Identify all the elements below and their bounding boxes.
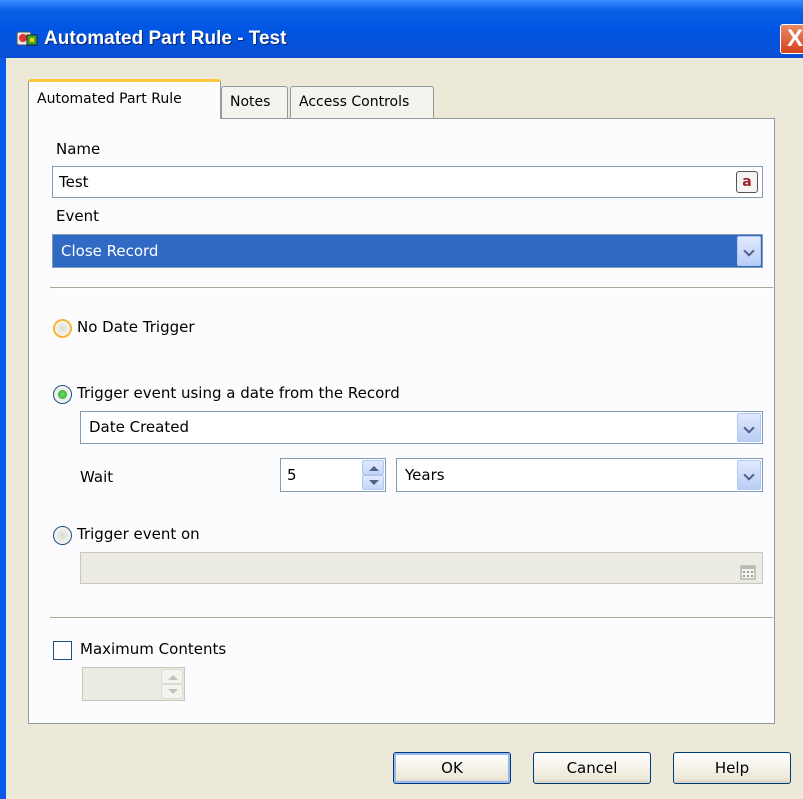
help-button[interactable]: Help: [673, 752, 791, 784]
spin-up-icon[interactable]: [362, 460, 384, 475]
wait-quantity-stepper[interactable]: 5: [280, 458, 386, 492]
wait-unit-dropdown[interactable]: Years: [396, 458, 763, 492]
tab-label: Automated Part Rule: [37, 91, 182, 107]
trigger-on-label: Trigger event on: [77, 525, 200, 543]
chevron-down-icon[interactable]: [737, 460, 761, 490]
cancel-button[interactable]: Cancel: [533, 752, 651, 784]
tab-access-controls[interactable]: Access Controls: [290, 86, 434, 118]
trigger-on-radio[interactable]: [53, 526, 72, 545]
close-icon: X: [787, 25, 803, 52]
spin-buttons[interactable]: [362, 460, 384, 490]
maximum-contents-stepper[interactable]: [82, 667, 185, 701]
separator: [50, 617, 773, 619]
chevron-down-icon[interactable]: [737, 236, 761, 266]
app-icon: [16, 29, 38, 47]
spin-down-icon[interactable]: [161, 684, 183, 699]
maximum-contents-label: Maximum Contents: [80, 640, 227, 658]
spin-up-icon[interactable]: [161, 669, 183, 684]
no-date-trigger-label: No Date Trigger: [77, 318, 195, 336]
window-title: Automated Part Rule - Test: [44, 28, 287, 49]
window-frame-left: [0, 0, 6, 799]
ok-button[interactable]: OK: [393, 752, 511, 784]
maximum-contents-checkbox[interactable]: [53, 641, 72, 660]
event-dropdown[interactable]: Close Record: [52, 234, 763, 268]
tab-label: Notes: [230, 94, 271, 110]
separator: [50, 287, 773, 289]
ok-button-label: OK: [441, 759, 463, 777]
tab-notes[interactable]: Notes: [221, 86, 288, 118]
help-button-label: Help: [714, 759, 750, 777]
record-date-trigger-radio[interactable]: [53, 385, 72, 404]
chevron-down-icon[interactable]: [737, 413, 761, 442]
name-field[interactable]: Test a: [52, 166, 763, 198]
title-bar[interactable]: Automated Part Rule - Test X: [0, 0, 803, 58]
tab-automated-part-rule[interactable]: Automated Part Rule: [28, 79, 221, 119]
calendar-icon[interactable]: [740, 560, 756, 580]
record-date-trigger-label: Trigger event using a date from the Reco…: [77, 384, 400, 402]
no-date-trigger-radio[interactable]: [53, 319, 72, 338]
wait-unit-value: Years: [405, 466, 445, 484]
close-button[interactable]: X: [780, 24, 803, 54]
event-label: Event: [56, 207, 99, 225]
tab-label: Access Controls: [299, 94, 410, 110]
wait-value: 5: [287, 466, 297, 484]
record-date-field-dropdown[interactable]: Date Created: [80, 411, 763, 444]
trigger-on-date-field[interactable]: [80, 552, 763, 584]
record-date-field-value: Date Created: [89, 418, 189, 436]
name-label: Name: [56, 140, 101, 158]
name-value: Test: [59, 173, 89, 191]
cancel-button-label: Cancel: [566, 759, 618, 777]
event-value: Close Record: [61, 242, 159, 260]
spin-buttons[interactable]: [161, 669, 183, 699]
spell-check-icon[interactable]: a: [736, 171, 758, 193]
spin-down-icon[interactable]: [362, 475, 384, 490]
wait-label: Wait: [80, 468, 114, 486]
